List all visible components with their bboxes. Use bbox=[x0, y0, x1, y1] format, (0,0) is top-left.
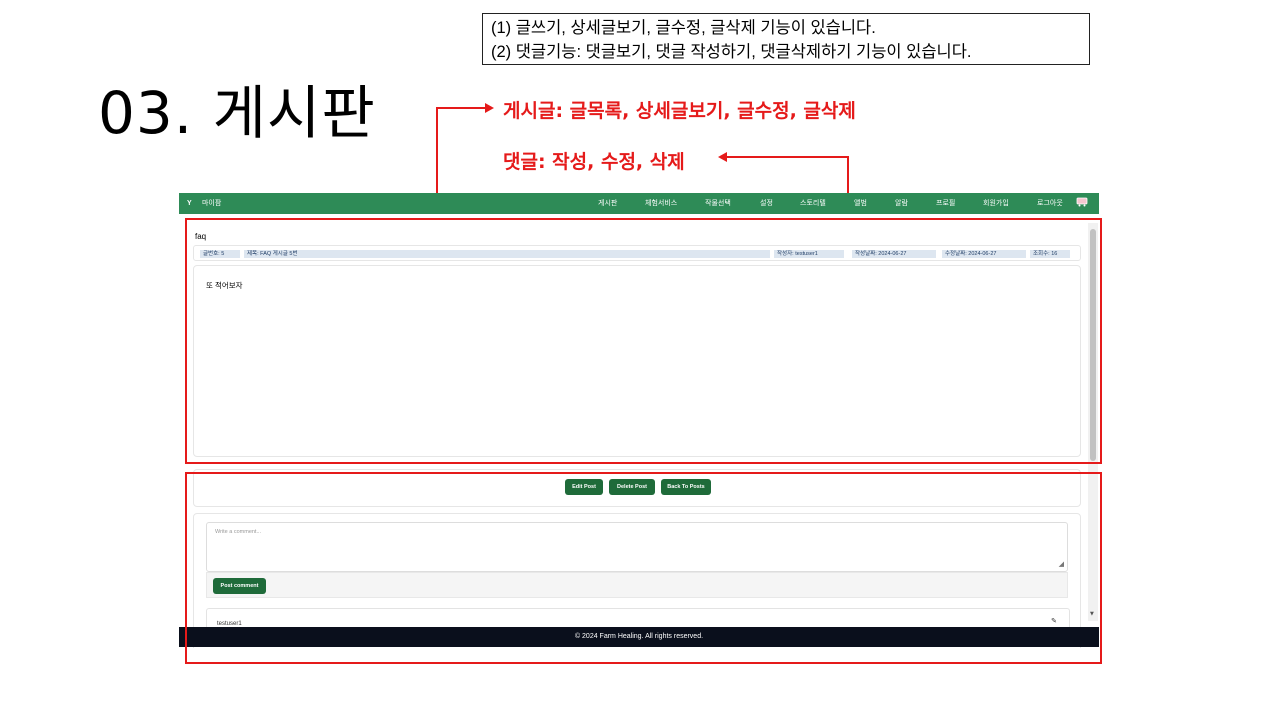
nav-item-album[interactable]: 앨범 bbox=[854, 198, 867, 208]
feature-notes-box: (1) 글쓰기, 상세글보기, 글수정, 글삭제 기능이 있습니다. (2) 댓… bbox=[482, 13, 1090, 65]
brand-label: 마이팜 bbox=[201, 200, 222, 207]
note-line-2: (2) 댓글기능: 댓글보기, 댓글 작성하기, 댓글삭제하기 기능이 있습니다… bbox=[491, 43, 972, 61]
nav-item-logout[interactable]: 로그아웃 bbox=[1037, 198, 1063, 208]
comment-arrow-icon bbox=[718, 152, 727, 162]
comment-annotation: 댓글: 작성, 수정, 삭제 bbox=[503, 151, 685, 173]
post-annotation: 게시글: 글목록, 상세글보기, 글수정, 글삭제 bbox=[503, 100, 856, 122]
top-navbar: Y 마이팜 게시판 체험서비스 작물선택 설정 스토리텔 앨범 알람 프로필 회… bbox=[179, 193, 1099, 214]
nav-item-experience[interactable]: 체험서비스 bbox=[645, 198, 677, 208]
nav-item-crop-select[interactable]: 작물선택 bbox=[705, 198, 731, 208]
post-connector-horizontal bbox=[436, 107, 486, 109]
nav-item-board[interactable]: 게시판 bbox=[598, 198, 617, 208]
nav-item-profile[interactable]: 프로필 bbox=[936, 198, 955, 208]
nav-item-signup[interactable]: 회원가입 bbox=[983, 198, 1009, 208]
cart-icon[interactable] bbox=[1076, 197, 1088, 207]
nav-item-alarm[interactable]: 알람 bbox=[895, 198, 908, 208]
slide-title: 03. 게시판 bbox=[98, 79, 376, 147]
nav-item-settings[interactable]: 설정 bbox=[760, 198, 773, 208]
sprout-icon: Y bbox=[187, 200, 192, 207]
post-highlight-box bbox=[185, 218, 1102, 464]
brand[interactable]: Y 마이팜 bbox=[187, 198, 221, 208]
nav-item-storytelling[interactable]: 스토리텔 bbox=[800, 198, 826, 208]
comment-connector-horizontal bbox=[726, 156, 849, 158]
post-arrow-icon bbox=[485, 103, 494, 113]
comment-highlight-box bbox=[185, 472, 1102, 664]
note-line-1: (1) 글쓰기, 상세글보기, 글수정, 글삭제 기능이 있습니다. bbox=[491, 19, 876, 37]
